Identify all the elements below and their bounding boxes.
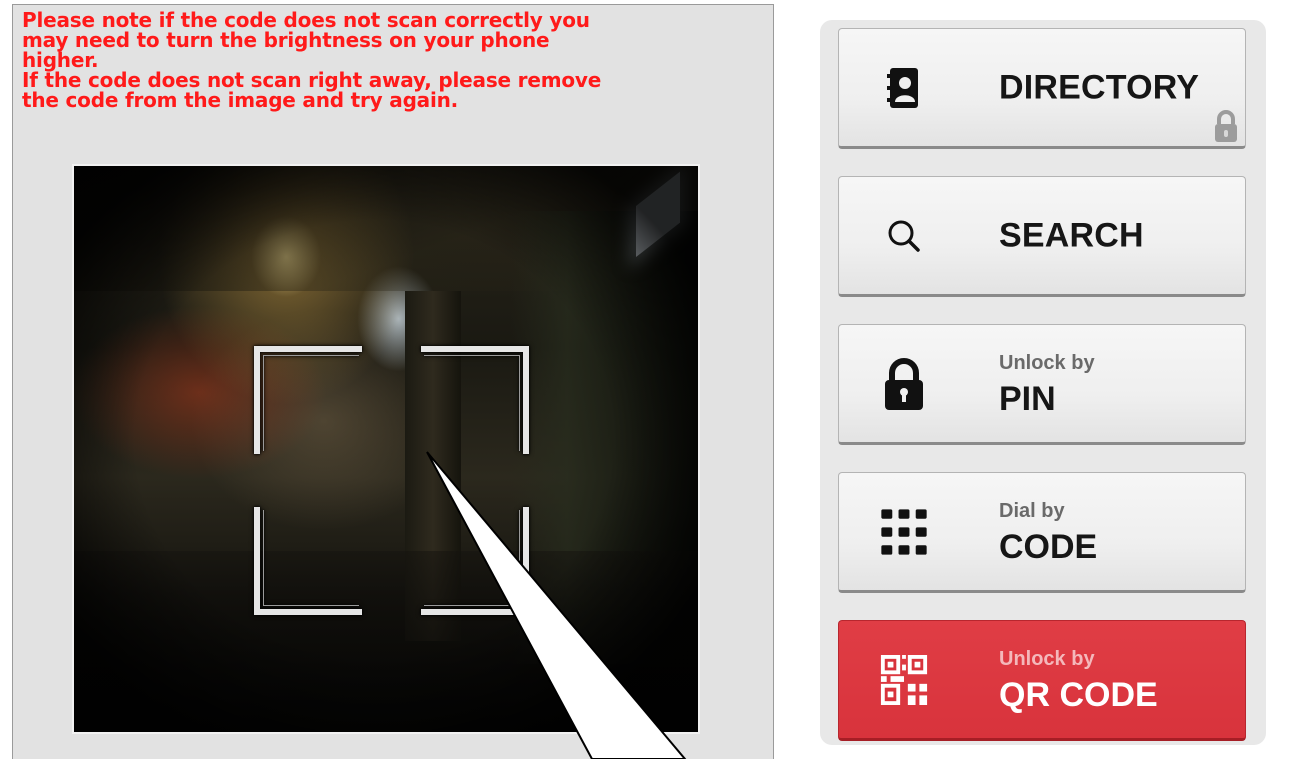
notice-line-5: the code from the image and try again. bbox=[22, 88, 459, 112]
scan-bracket-bottom-right bbox=[421, 507, 529, 615]
directory-button[interactable]: DIRECTORY bbox=[838, 28, 1246, 149]
notice-line-3: higher. bbox=[22, 48, 99, 72]
code-label: CODE bbox=[999, 528, 1098, 566]
scan-bracket-top-right bbox=[421, 346, 529, 454]
notice-line-1: Please note if the code does not scan co… bbox=[22, 8, 590, 32]
directory-label: DIRECTORY bbox=[999, 68, 1200, 106]
notice-line-2: may need to turn the brightness on your … bbox=[22, 28, 550, 52]
qr-code-icon bbox=[879, 650, 929, 710]
pin-label: PIN bbox=[999, 380, 1056, 418]
dial-by-code-button[interactable]: Dial by CODE bbox=[838, 472, 1246, 593]
action-menu: DIRECTORY SEARCH Unlock by PIN Dial by C… bbox=[820, 20, 1266, 745]
qr-label: QR CODE bbox=[999, 676, 1158, 714]
search-button[interactable]: SEARCH bbox=[838, 176, 1246, 297]
padlock-icon bbox=[879, 354, 929, 414]
unlock-by-qr-code-button[interactable]: Unlock by QR CODE bbox=[838, 620, 1246, 741]
search-label: SEARCH bbox=[999, 216, 1144, 254]
qr-sublabel: Unlock by bbox=[999, 648, 1095, 670]
lock-icon bbox=[1211, 108, 1241, 144]
camera-viewport bbox=[74, 166, 698, 732]
address-book-icon bbox=[879, 58, 929, 118]
scan-bracket-top-left bbox=[254, 346, 362, 454]
code-sublabel: Dial by bbox=[999, 500, 1065, 522]
scan-notice-text: Please note if the code does not scan co… bbox=[22, 10, 742, 110]
unlock-by-pin-button[interactable]: Unlock by PIN bbox=[838, 324, 1246, 445]
lens-vignette bbox=[74, 166, 698, 732]
pin-sublabel: Unlock by bbox=[999, 352, 1095, 374]
notice-line-4: If the code does not scan right away, pl… bbox=[22, 68, 602, 92]
keypad-icon bbox=[879, 502, 929, 562]
search-icon bbox=[879, 206, 929, 266]
scan-bracket-bottom-left bbox=[254, 507, 362, 615]
